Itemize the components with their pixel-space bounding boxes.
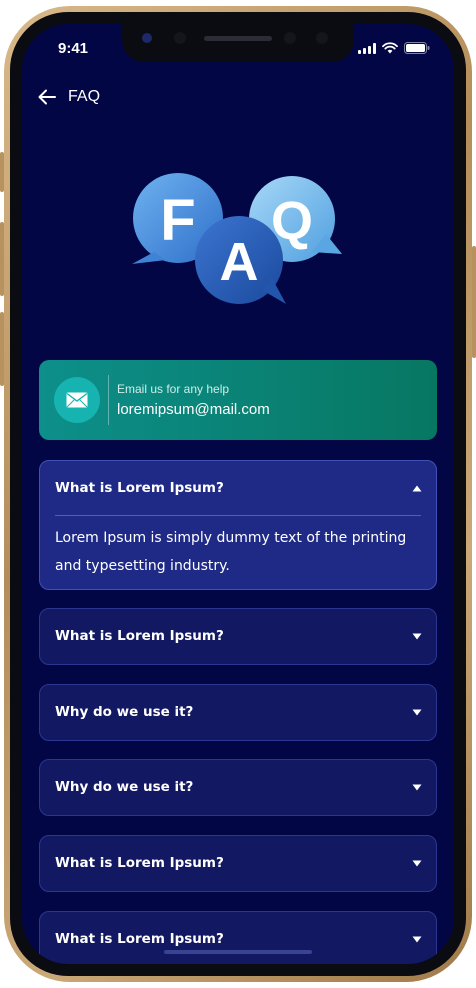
faq-item[interactable]: What is Lorem Ipsum? bbox=[39, 835, 437, 892]
side-button bbox=[472, 246, 476, 358]
email-contact-card[interactable]: Email us for any help loremipsum@mail.co… bbox=[39, 360, 437, 440]
signal-icon bbox=[358, 42, 376, 54]
chevron-down-icon[interactable] bbox=[412, 936, 422, 943]
divider bbox=[108, 375, 109, 425]
mail-icon bbox=[54, 377, 100, 423]
sensor bbox=[174, 32, 186, 44]
email-label: Email us for any help bbox=[117, 382, 230, 396]
top-nav: FAQ bbox=[38, 88, 100, 106]
faq-question: What is Lorem Ipsum? bbox=[55, 480, 224, 496]
faq-illustration: Q F A bbox=[132, 173, 342, 304]
faq-question: Why do we use it? bbox=[55, 704, 194, 720]
wifi-icon bbox=[382, 42, 398, 54]
faq-question: What is Lorem Ipsum? bbox=[55, 628, 224, 644]
faq-answer: Lorem Ipsum is simply dummy text of the … bbox=[55, 530, 407, 574]
faq-header[interactable]: What is Lorem Ipsum? bbox=[40, 912, 436, 964]
chevron-down-icon[interactable] bbox=[412, 860, 422, 867]
letter-a: A bbox=[220, 232, 259, 292]
chevron-down-icon[interactable] bbox=[412, 633, 422, 640]
screen: 9:41 FAQ Q F A Email us for any help lor… bbox=[22, 24, 454, 964]
sensor bbox=[284, 32, 296, 44]
faq-question: What is Lorem Ipsum? bbox=[55, 855, 224, 871]
email-texts: Email us for any help loremipsum@mail.co… bbox=[117, 382, 270, 418]
faq-item[interactable]: Why do we use it? bbox=[39, 684, 437, 741]
faq-item[interactable]: What is Lorem Ipsum? bbox=[39, 911, 437, 964]
faq-question: Why do we use it? bbox=[55, 779, 194, 795]
chevron-up-icon[interactable] bbox=[412, 485, 422, 492]
battery-icon bbox=[404, 42, 430, 54]
home-indicator[interactable] bbox=[164, 950, 312, 954]
side-button bbox=[0, 222, 4, 296]
side-button bbox=[0, 152, 4, 192]
page-title: FAQ bbox=[68, 88, 101, 105]
faq-item-expanded[interactable]: What is Lorem Ipsum? Lorem Ipsum is simp… bbox=[39, 460, 437, 590]
faq-item[interactable]: Why do we use it? bbox=[39, 759, 437, 816]
status-time: 9:41 bbox=[58, 40, 89, 57]
speaker bbox=[204, 36, 272, 41]
letter-f: F bbox=[160, 188, 195, 253]
faq-header[interactable]: Why do we use it? bbox=[40, 685, 436, 739]
side-button bbox=[0, 312, 4, 386]
email-address[interactable]: loremipsum@mail.com bbox=[117, 401, 270, 418]
faq-item[interactable]: What is Lorem Ipsum? bbox=[39, 608, 437, 665]
faq-header[interactable]: Why do we use it? bbox=[40, 760, 436, 814]
faq-header[interactable]: What is Lorem Ipsum? bbox=[40, 609, 436, 663]
status-icons bbox=[358, 42, 430, 54]
camera bbox=[142, 33, 152, 43]
faq-question: What is Lorem Ipsum? bbox=[55, 931, 224, 947]
faq-header[interactable]: What is Lorem Ipsum? bbox=[40, 836, 436, 890]
chevron-down-icon[interactable] bbox=[412, 709, 422, 716]
chevron-down-icon[interactable] bbox=[412, 784, 422, 791]
faq-header[interactable]: What is Lorem Ipsum? bbox=[40, 461, 436, 515]
back-arrow-icon[interactable] bbox=[38, 89, 56, 105]
sensor bbox=[316, 32, 328, 44]
notch bbox=[122, 24, 354, 62]
